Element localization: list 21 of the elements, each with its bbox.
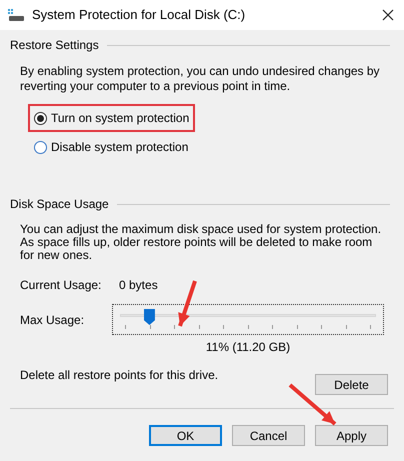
- field-label: Current Usage:: [20, 277, 102, 294]
- radio-option[interactable]: Disable system protection: [34, 138, 188, 156]
- delete-description: Delete all restore points for this drive.: [20, 367, 218, 384]
- window-title: System Protection for Local Disk (C:): [32, 6, 246, 24]
- group-title: Disk Space Usage: [10, 196, 109, 213]
- field-value: 0 bytes: [119, 277, 158, 294]
- usage-slider[interactable]: [112, 304, 384, 335]
- annotation-arrow: [288, 383, 336, 426]
- close-icon[interactable]: [382, 9, 394, 21]
- dialog-button[interactable]: Cancel: [232, 425, 305, 446]
- field-label: Max Usage:: [20, 312, 86, 328]
- description-text: You can adjust the maximum disk space used for system protection. As space fills up, older restore points will be deleted to make room for new ones.: [20, 223, 382, 262]
- group-title: Restore Settings: [10, 37, 99, 54]
- annotation-arrow: [178, 280, 197, 327]
- radio-option[interactable]: Turn on system protection: [34, 109, 190, 127]
- dialog-button[interactable]: OK: [149, 425, 222, 446]
- dialog-button[interactable]: Apply: [315, 425, 388, 446]
- slider-reading: 11% (11.20 GB): [206, 339, 290, 356]
- drive-icon: [8, 9, 24, 21]
- description-text: By enabling system protection, you can undo undesired changes by reverting your computer to a previous point in time.: [20, 64, 381, 94]
- delete-button[interactable]: Delete: [315, 374, 388, 395]
